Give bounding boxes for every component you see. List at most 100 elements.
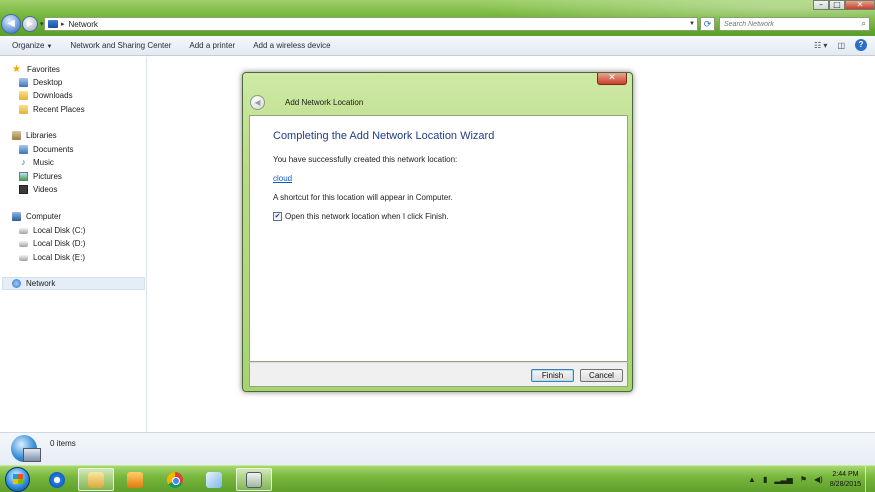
nav-item-desktop[interactable]: Desktop <box>19 76 62 89</box>
network-sharing-center-button[interactable]: Network and Sharing Center <box>70 41 171 50</box>
drive-icon <box>19 227 28 234</box>
finish-button[interactable]: Finish <box>531 369 574 382</box>
nav-item-videos[interactable]: Videos <box>19 183 57 196</box>
downloads-folder-icon <box>19 91 28 100</box>
volume-icon[interactable]: ◀) <box>814 475 823 484</box>
show-desktop-button[interactable] <box>865 466 875 492</box>
maximize-button[interactable]: □ <box>829 0 845 10</box>
nav-item-local-disk-d[interactable]: Local Disk (D:) <box>19 237 85 250</box>
wizard-heading: Completing the Add Network Location Wiza… <box>273 130 495 142</box>
nav-label: Libraries <box>26 131 57 140</box>
back-button[interactable]: ◀ <box>1 14 21 34</box>
nav-label: Desktop <box>33 78 63 87</box>
nav-label: Pictures <box>33 172 62 181</box>
nav-label: Local Disk (E:) <box>33 253 86 262</box>
success-message: You have successfully created this netwo… <box>273 155 458 164</box>
change-view-icon[interactable]: ☷ ▾ <box>814 41 827 50</box>
star-icon: ★ <box>12 64 21 75</box>
taskbar-chrome[interactable] <box>157 468 193 491</box>
navigation-pane: ★ Favorites Desktop Downloads Recent Plac… <box>0 57 147 432</box>
nav-network[interactable]: Network <box>2 277 145 290</box>
nav-item-pictures[interactable]: Pictures <box>19 170 62 183</box>
breadcrumb-separator-icon[interactable]: ▸ <box>61 20 65 28</box>
taskbar-internet-explorer[interactable] <box>39 468 75 491</box>
drive-icon <box>19 254 28 261</box>
nav-label: Network <box>26 279 56 288</box>
help-button[interactable]: ? <box>855 39 867 51</box>
computer-icon <box>12 212 21 221</box>
cancel-button[interactable]: Cancel <box>580 369 623 382</box>
taskbar-clock[interactable]: 2:44 PM 8/28/2015 <box>830 470 861 490</box>
nav-item-local-disk-e[interactable]: Local Disk (E:) <box>19 251 85 264</box>
item-count: 0 items <box>50 439 76 448</box>
flag-icon[interactable]: ⚑ <box>800 475 807 484</box>
add-network-location-dialog: ✕ ◀ Add Network Location Completing the … <box>242 72 633 392</box>
dialog-footer: Finish Cancel <box>249 362 628 387</box>
nav-item-local-disk-c[interactable]: Local Disk (C:) <box>19 224 85 237</box>
network-icon <box>48 20 58 28</box>
media-player-icon <box>127 471 143 488</box>
nav-favorites[interactable]: ★ Favorites <box>12 63 60 76</box>
refresh-button[interactable]: ⟳ <box>700 17 715 31</box>
nav-libraries[interactable]: Libraries <box>12 129 57 142</box>
address-bar[interactable]: ▸ Network ▼ <box>44 17 698 31</box>
nav-label: Recent Places <box>33 105 85 114</box>
nav-label: Downloads <box>33 91 73 100</box>
close-button[interactable]: ✕ <box>845 0 875 10</box>
wizard-back-button[interactable]: ◀ <box>250 95 265 110</box>
organize-button[interactable]: Organize ▼ <box>12 41 52 50</box>
nav-item-music[interactable]: ♪ Music <box>19 156 54 169</box>
show-hidden-icons-icon[interactable]: ▲ <box>748 475 756 484</box>
taskbar: ▲ ▮ ▂▃▅ ⚑ ◀) 2:44 PM 8/28/2015 <box>0 465 875 492</box>
nav-label: Computer <box>26 212 62 221</box>
nav-item-downloads[interactable]: Downloads <box>19 89 73 102</box>
videos-icon <box>19 185 28 194</box>
nav-label: Videos <box>33 185 58 194</box>
preview-pane-icon[interactable]: ◫ <box>837 41 845 50</box>
recent-pages-button[interactable]: ▾ <box>40 20 44 28</box>
nav-item-documents[interactable]: Documents <box>19 143 73 156</box>
nav-item-recent-places[interactable]: Recent Places <box>19 103 85 116</box>
power-icon[interactable]: ▮ <box>763 475 767 484</box>
taskbar-windows-explorer[interactable] <box>78 468 114 491</box>
minimize-button[interactable]: – <box>813 0 829 10</box>
open-location-option[interactable]: ✔ Open this network location when I clic… <box>273 212 449 221</box>
taskbar-media-player[interactable] <box>117 468 153 491</box>
search-icon[interactable]: ⌕ <box>862 19 866 29</box>
start-button[interactable] <box>5 467 30 492</box>
add-wireless-device-button[interactable]: Add a wireless device <box>253 41 330 50</box>
command-toolbar: Organize ▼ Network and Sharing Center Add… <box>0 36 875 56</box>
chrome-icon <box>167 471 183 488</box>
nav-label: Favorites <box>27 65 60 74</box>
add-printer-button[interactable]: Add a printer <box>189 41 235 50</box>
pictures-icon <box>19 172 28 181</box>
desktop-icon <box>19 78 28 87</box>
wifi-signal-icon[interactable]: ▂▃▅ <box>774 475 792 484</box>
network-wizard-icon <box>246 471 262 488</box>
clock-date: 8/28/2015 <box>829 480 861 488</box>
internet-explorer-icon <box>49 471 65 488</box>
drive-icon <box>19 240 28 247</box>
nav-computer[interactable]: Computer <box>12 210 61 223</box>
address-text: Network <box>68 19 98 29</box>
libraries-icon <box>12 131 21 140</box>
search-box[interactable]: ⌕ <box>719 17 870 31</box>
network-icon <box>12 279 21 288</box>
taskbar-file[interactable] <box>196 468 232 491</box>
network-location-link[interactable]: cloud <box>273 174 292 183</box>
windows-explorer-icon <box>88 471 104 488</box>
open-location-label: Open this network location when I click … <box>285 212 449 221</box>
network-globe-icon <box>11 435 41 462</box>
dialog-close-button[interactable]: ✕ <box>597 73 627 85</box>
file-icon <box>206 471 222 488</box>
nav-label: Documents <box>33 145 74 154</box>
nav-label: Local Disk (D:) <box>33 239 86 248</box>
open-location-checkbox[interactable]: ✔ <box>273 212 282 221</box>
organize-label: Organize <box>12 41 45 50</box>
taskbar-network-wizard[interactable] <box>236 468 272 491</box>
forward-button[interactable]: ▶ <box>22 16 38 32</box>
system-tray: ▲ ▮ ▂▃▅ ⚑ ◀) 2:44 PM 8/28/2015 <box>748 466 875 492</box>
navigation-buttons: ◀ ▶ ▾ <box>1 14 44 34</box>
chevron-down-icon[interactable]: ▼ <box>687 21 697 27</box>
search-input[interactable] <box>720 18 850 30</box>
